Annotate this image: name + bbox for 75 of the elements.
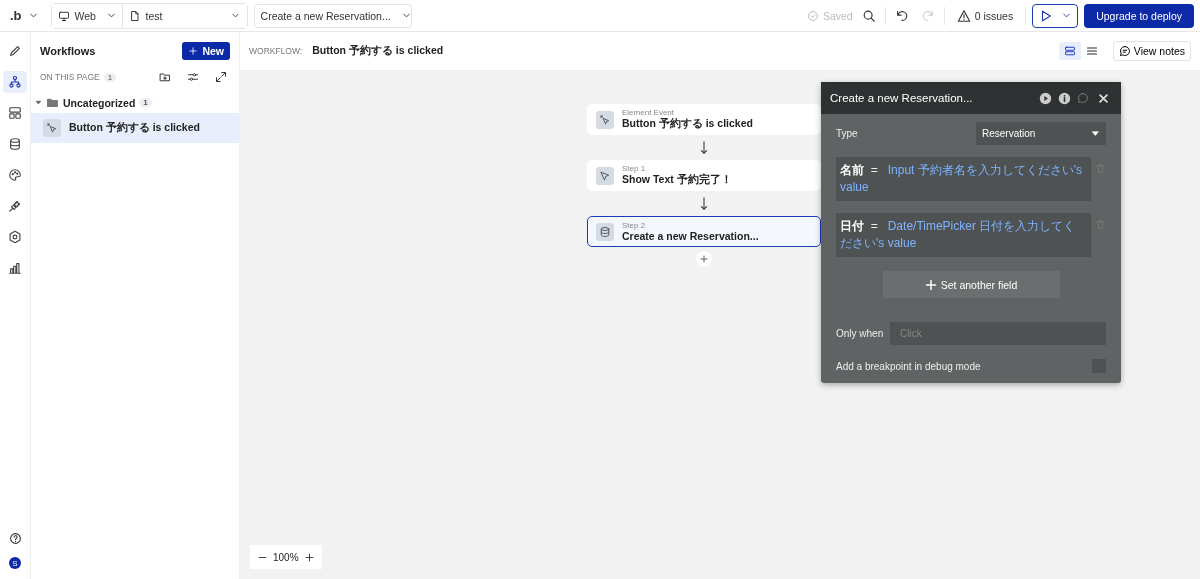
settings-icon [8, 230, 22, 244]
section-label: ON THIS PAGE [40, 72, 100, 82]
issues-button[interactable]: 0 issues [950, 7, 1020, 24]
sliders-icon [187, 71, 199, 83]
workflow-item[interactable]: Button 予約する is clicked [31, 113, 239, 143]
plus-icon [188, 46, 199, 56]
page-dropdown[interactable]: test [121, 3, 247, 28]
card-view-icon[interactable] [1058, 42, 1081, 60]
sidebar-title: Workflows [40, 45, 97, 57]
type-label: Type [836, 128, 859, 139]
step-caption: Step 2 [622, 221, 647, 230]
step-title: Show Text 予約完了！ [622, 173, 732, 187]
folder-plus-icon [159, 71, 171, 83]
avatar[interactable]: S [9, 557, 21, 569]
logo[interactable]: .b [6, 8, 24, 23]
layout-icon [8, 106, 22, 120]
rows-icon [1063, 45, 1076, 57]
workflow-step-card[interactable]: Step 1 Show Text 予約完了！ [587, 160, 821, 191]
plus-icon [303, 551, 315, 563]
zoom-level: 100% [273, 551, 299, 563]
bar-chart-icon [8, 261, 22, 275]
new-button[interactable]: New [182, 42, 230, 60]
step-title: Button 予約する is clicked [622, 117, 753, 131]
database-icon [599, 225, 611, 238]
step-title: Create a new Reservation... [622, 230, 759, 242]
panel-title: Create a new Reservation... [830, 92, 974, 104]
search-icon [861, 8, 876, 23]
only-when-label: Only when [836, 328, 885, 339]
redo-icon [920, 8, 935, 23]
workflow-step-card[interactable]: Element Event Button 予約する is clicked [587, 104, 821, 135]
step-caption: Step 1 [622, 164, 647, 173]
rail-tab[interactable] [3, 71, 27, 93]
plug-icon [8, 199, 22, 213]
type-dropdown[interactable]: Reservation [976, 122, 1106, 145]
info-icon [1058, 91, 1071, 105]
workflow-label: WORKFLOW: [249, 46, 303, 56]
cursor-click-icon [599, 113, 611, 126]
preview-button[interactable] [1032, 3, 1079, 28]
pointer-icon [599, 169, 611, 182]
expand-icon [215, 71, 227, 83]
view-notes-button[interactable]: View notes [1112, 41, 1191, 61]
folder-icon [46, 96, 59, 109]
list-icon [1085, 45, 1098, 57]
monitor-icon [57, 9, 70, 22]
folder-name[interactable]: Uncategorized [63, 96, 136, 109]
check-circle-icon [806, 9, 819, 22]
set-field-button[interactable]: Set another field [882, 271, 1060, 298]
help-icon [8, 532, 22, 545]
pencil-icon [8, 44, 22, 58]
field-assignment[interactable]: 日付 = Date/TimePicker 日付を入力してください's value [836, 213, 1091, 257]
count-badge: 1 [103, 72, 117, 82]
count-badge: 1 [139, 98, 152, 107]
caret-icon[interactable] [35, 98, 42, 107]
hierarchy-icon [8, 75, 22, 89]
database-icon [8, 137, 22, 151]
step-caption: Element Event [622, 108, 676, 117]
upgrade-button[interactable]: Upgrade to deploy [1084, 3, 1194, 28]
undo-icon [894, 8, 909, 23]
comment-icon [1077, 92, 1089, 104]
breakpoint-label: Add a breakpoint in debug mode [836, 360, 982, 372]
field-assignment[interactable]: 名前 = Input 予約者名を入力してください's value [836, 157, 1091, 201]
workflow-title: Button 予約する is clicked [312, 44, 445, 58]
caret-icon [1091, 129, 1100, 138]
plus-icon [699, 254, 709, 264]
plus-icon [924, 278, 937, 291]
workflow-step-card[interactable]: Step 2 Create a new Reservation... [587, 216, 821, 247]
warning-icon [956, 8, 971, 23]
page-icon [128, 9, 141, 22]
comment-icon [1118, 45, 1131, 57]
saved-status: Saved [806, 9, 853, 22]
cursor-click-icon [46, 122, 58, 134]
palette-icon [8, 168, 22, 182]
workflow-dropdown[interactable]: Create a new Reservation... [253, 3, 412, 28]
play-circle-icon [1039, 91, 1052, 105]
close-icon [1098, 92, 1109, 104]
